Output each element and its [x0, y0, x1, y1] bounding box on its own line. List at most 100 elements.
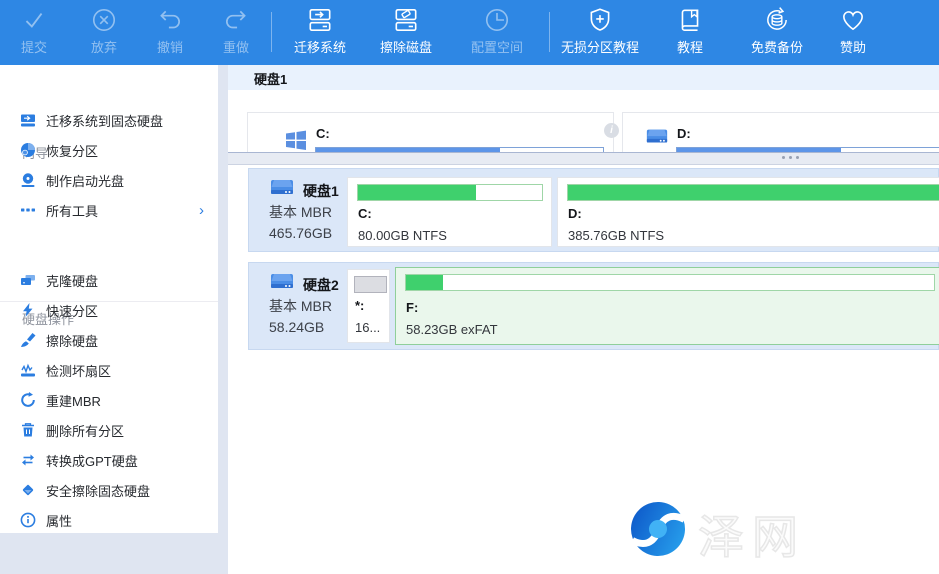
discard-label: 放弃 — [91, 37, 117, 56]
sidebar-item-label: 恢复分区 — [46, 141, 98, 160]
sidebar-item-label: 快速分区 — [46, 301, 98, 320]
sidebar-item-bootable-media[interactable]: 制作启动光盘 — [0, 165, 218, 195]
migrate-os-disk-icon — [306, 6, 334, 34]
sidebar-item-erase-disk[interactable]: 擦除硬盘 — [0, 325, 218, 355]
tutorial-label: 教程 — [677, 37, 703, 56]
sidebar-item-migrate-to-ssd[interactable]: 迁移系统到固态硬盘 — [0, 105, 218, 135]
disk-row-1[interactable]: 硬盘1 基本 MBR 465.76GB C: 80.00GB NTFS D: 3… — [248, 168, 939, 252]
recover-partition-icon — [20, 142, 36, 158]
donate-label: 赞助 — [840, 37, 866, 56]
partition-letter: C: — [358, 206, 372, 221]
sidebar-item-label: 擦除硬盘 — [46, 331, 98, 350]
disk-size: 465.76GB — [269, 225, 332, 241]
bootable-media-icon — [20, 172, 36, 188]
sidebar-item-convert-gpt[interactable]: 转换成GPT硬盘 — [0, 445, 218, 475]
main-toolbar: 提交 放弃 撤销 重做 迁移系统 擦除磁盘 配置空间 — [0, 0, 939, 65]
partition-detail: 16... — [355, 320, 380, 335]
watermark-text: 泽网 — [698, 501, 806, 567]
partition-usage-bar — [405, 274, 935, 291]
partition-letter: D: — [568, 206, 582, 221]
bad-sector-wave-icon — [20, 362, 36, 378]
chevron-right-icon: › — [199, 202, 204, 219]
disk-layout: 基本 MBR — [269, 202, 332, 222]
partition-usage-bar — [354, 276, 387, 293]
sidebar-item-delete-all-partitions[interactable]: 删除所有分区 — [0, 415, 218, 445]
preview-drive-d[interactable]: D: — [622, 112, 939, 152]
redo-icon — [222, 6, 250, 34]
hard-disk-icon — [269, 178, 295, 198]
windows-logo-icon — [285, 129, 307, 151]
erase-disk-brush-icon — [20, 332, 36, 348]
sidebar-item-all-tools[interactable]: 所有工具 › — [0, 195, 218, 225]
partition-detail: 58.23GB exFAT — [406, 322, 498, 337]
sidebar-item-properties[interactable]: 属性 — [0, 505, 218, 535]
partition-tutorial-button[interactable]: 无损分区教程 — [561, 6, 639, 56]
preview-drive-c[interactable]: C: — [247, 112, 614, 152]
splitter-handle[interactable] — [228, 152, 939, 165]
sidebar-item-quick-partition[interactable]: 快速分区 — [0, 295, 218, 325]
wipe-disk-icon — [392, 6, 420, 34]
discard-circle-x-icon — [90, 6, 118, 34]
zewang-logo-icon — [626, 497, 690, 561]
sidebar-item-label: 属性 — [46, 511, 72, 530]
hard-disk-icon — [269, 272, 295, 292]
rebuild-mbr-refresh-icon — [20, 392, 36, 408]
partition-d[interactable]: D: 385.76GB NTFS — [557, 177, 939, 247]
wipe-disk-button[interactable]: 擦除磁盘 — [380, 6, 432, 56]
disk-tabstrip: 硬盘1 — [228, 65, 939, 90]
commit-check-icon — [20, 6, 48, 34]
commit-button[interactable]: 提交 — [20, 6, 48, 56]
tutorial-book-icon — [676, 6, 704, 34]
allocate-space-label: 配置空间 — [471, 37, 523, 56]
preview-drive-letter: D: — [677, 126, 691, 141]
undo-label: 撤销 — [157, 37, 183, 56]
discard-button[interactable]: 放弃 — [90, 6, 118, 56]
clone-disk-icon — [20, 272, 36, 288]
donate-button[interactable]: 赞助 — [839, 6, 867, 56]
convert-gpt-arrows-icon — [20, 452, 36, 468]
redo-button[interactable]: 重做 — [222, 6, 250, 56]
undo-button[interactable]: 撤销 — [156, 6, 184, 56]
sidebar-item-label: 删除所有分区 — [46, 421, 124, 440]
wipe-disk-label: 擦除磁盘 — [380, 37, 432, 56]
partition-tutorial-label: 无损分区教程 — [561, 37, 639, 56]
sidebar: 向导 迁移系统到固态硬盘 恢复分区 制作启动光盘 所有工具 › 硬盘操作 克隆硬… — [0, 65, 218, 533]
all-tools-icon — [20, 202, 36, 218]
sidebar-item-label: 转换成GPT硬盘 — [46, 451, 138, 470]
sidebar-item-check-bad-sectors[interactable]: 检测坏扇区 — [0, 355, 218, 385]
hard-disk-icon — [645, 127, 669, 147]
migrate-to-ssd-icon — [20, 112, 36, 128]
tab-disk1[interactable]: 硬盘1 — [254, 69, 287, 88]
partition-detail: 80.00GB NTFS — [358, 228, 447, 243]
preview-drive-letter: C: — [316, 126, 330, 141]
disk-row-2[interactable]: 硬盘2 基本 MBR 58.24GB *: 16... F: 58.23GB e… — [248, 262, 939, 350]
sidebar-item-secure-erase-ssd[interactable]: 安全擦除固态硬盘 — [0, 475, 218, 505]
info-icon[interactable] — [604, 123, 619, 138]
tutorial-button[interactable]: 教程 — [676, 6, 704, 56]
partition-detail: 385.76GB NTFS — [568, 228, 664, 243]
partition-c[interactable]: C: 80.00GB NTFS — [347, 177, 552, 247]
migrate-os-button[interactable]: 迁移系统 — [294, 6, 346, 56]
disk-size: 58.24GB — [269, 319, 324, 335]
sidebar-item-label: 迁移系统到固态硬盘 — [46, 111, 163, 130]
sidebar-item-label: 重建MBR — [46, 391, 101, 410]
sidebar-item-recover-partition[interactable]: 恢复分区 — [0, 135, 218, 165]
free-backup-label: 免费备份 — [751, 37, 803, 56]
watermark: 泽网 — [626, 497, 886, 567]
delete-partitions-trash-icon — [20, 422, 36, 438]
disk-layout: 基本 MBR — [269, 296, 332, 316]
sidebar-item-label: 安全擦除固态硬盘 — [46, 481, 150, 500]
partition-manager-window: 提交 放弃 撤销 重做 迁移系统 擦除磁盘 配置空间 — [0, 0, 939, 574]
toolbar-divider — [271, 12, 272, 52]
sidebar-item-label: 制作启动光盘 — [46, 171, 124, 190]
sidebar-item-rebuild-mbr[interactable]: 重建MBR — [0, 385, 218, 415]
allocate-space-button[interactable]: 配置空间 — [471, 6, 523, 56]
migrate-os-label: 迁移系统 — [294, 37, 346, 56]
sidebar-item-clone-disk[interactable]: 克隆硬盘 — [0, 265, 218, 295]
main-panel: 硬盘1 C: D: 硬盘1 基本 MBR 465.76GB — [228, 65, 939, 574]
free-backup-button[interactable]: 免费备份 — [751, 6, 803, 56]
partition-f-selected[interactable]: F: 58.23GB exFAT — [395, 267, 939, 345]
partition-unallocated[interactable]: *: 16... — [347, 269, 390, 343]
secure-erase-ssd-icon — [20, 482, 36, 498]
backup-database-icon — [763, 6, 791, 34]
